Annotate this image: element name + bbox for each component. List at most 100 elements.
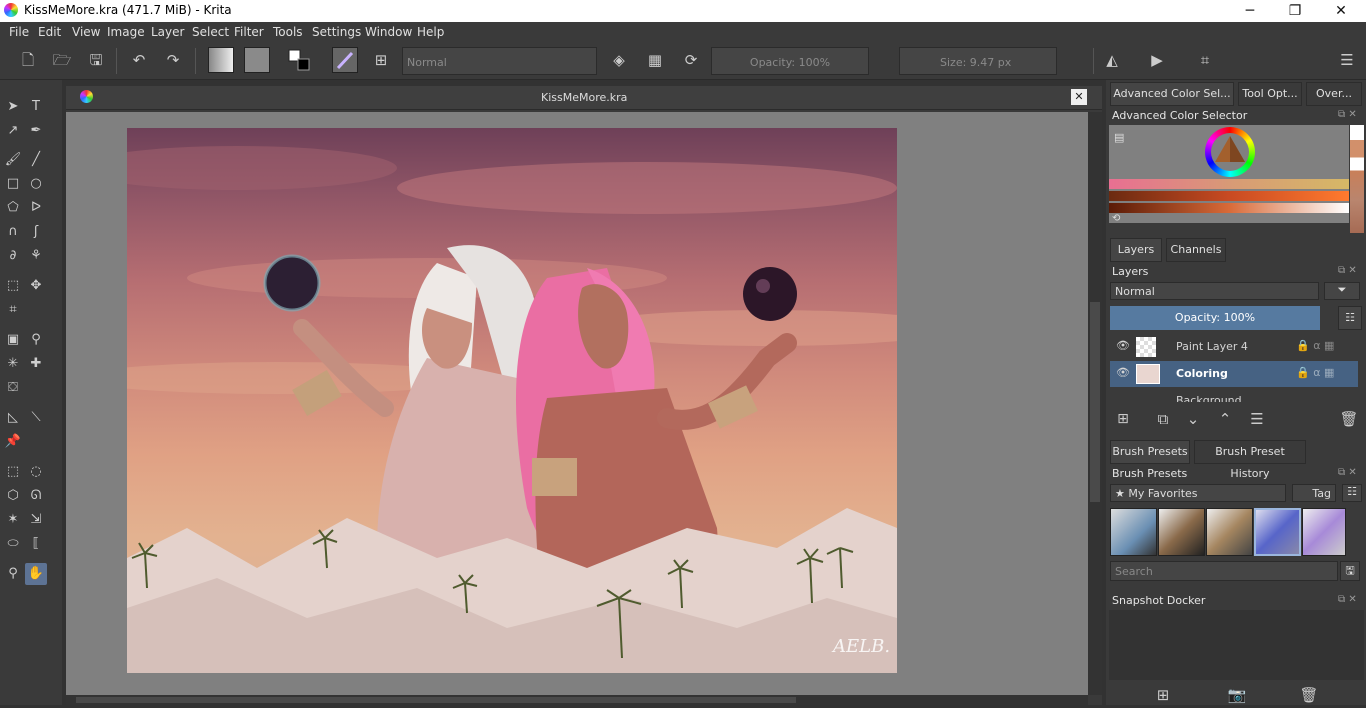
- calligraphy-icon[interactable]: ✒: [25, 120, 47, 142]
- zoom-tool-icon[interactable]: ⚲: [2, 563, 24, 585]
- ellipse-tool-icon[interactable]: ○: [25, 173, 47, 195]
- brush-preset-3[interactable]: [1206, 508, 1253, 556]
- visibility-eye-icon[interactable]: 👁: [1116, 339, 1130, 352]
- layer-properties-sliders-icon[interactable]: ☰: [1244, 406, 1270, 432]
- layer-row-coloring[interactable]: 👁 Coloring 🔒 α ▦: [1110, 361, 1358, 387]
- freehand-select-icon[interactable]: ᘏ: [25, 485, 47, 507]
- menu-file[interactable]: File: [9, 25, 29, 39]
- color-picker-icon[interactable]: ⚲: [25, 329, 47, 351]
- color-selector-area[interactable]: ▤ ⟲: [1109, 125, 1349, 224]
- layer-blend-mode-select[interactable]: Normal: [1110, 282, 1319, 300]
- polygon-tool-icon[interactable]: ⬠: [2, 197, 24, 219]
- reload-preset-icon[interactable]: ⟳: [678, 47, 704, 73]
- mirror-vertical-icon[interactable]: ▶: [1144, 47, 1170, 73]
- layers-docker-buttons-icon[interactable]: ⧉ ✕: [1338, 265, 1357, 276]
- select-shape-icon[interactable]: ➤: [2, 96, 24, 118]
- vertical-scrollbar[interactable]: [1088, 112, 1102, 695]
- canvas-area[interactable]: AELB.: [66, 112, 1088, 695]
- brush-search-input[interactable]: Search: [1110, 561, 1338, 581]
- undo-icon[interactable]: ↶: [126, 47, 152, 73]
- brush-tag-button[interactable]: Tag: [1292, 484, 1336, 502]
- delete-layer-icon[interactable]: 🗑: [1336, 406, 1362, 432]
- docker-float-close-icon[interactable]: ⧉ ✕: [1338, 109, 1357, 120]
- pattern-preset-button[interactable]: [244, 47, 270, 73]
- menu-image[interactable]: Image: [107, 25, 145, 39]
- add-layer-icon[interactable]: ⊞: [1110, 406, 1136, 432]
- layer-properties-icon[interactable]: ☷: [1338, 306, 1362, 330]
- brush-preset-icon[interactable]: [332, 47, 358, 73]
- menu-select[interactable]: Select: [192, 25, 229, 39]
- new-document-icon[interactable]: 🗋: [15, 47, 41, 73]
- eraser-icon[interactable]: ◈: [606, 47, 632, 73]
- transform-tool-icon[interactable]: ⬚: [2, 275, 24, 297]
- crop-tool-icon[interactable]: ⌗: [2, 299, 24, 321]
- edit-shape-icon[interactable]: ↗: [2, 120, 24, 142]
- tab-brush-preset-history[interactable]: Brush Preset History: [1194, 440, 1306, 480]
- snapshot-docker-buttons-icon[interactable]: ⧉ ✕: [1338, 594, 1357, 605]
- redo-icon[interactable]: ↷: [160, 47, 186, 73]
- alpha-lock-icon[interactable]: ▦: [642, 47, 668, 73]
- ellipse-select-icon[interactable]: ◌: [25, 461, 47, 483]
- save-icon[interactable]: 🖫: [83, 47, 109, 73]
- smart-patch-icon[interactable]: ✚: [25, 353, 47, 375]
- brush-preset-5[interactable]: [1302, 508, 1346, 556]
- fill-tool-icon[interactable]: ⛋: [2, 377, 24, 399]
- menu-tools[interactable]: Tools: [273, 25, 303, 39]
- menu-window[interactable]: Window: [365, 25, 412, 39]
- color-selector-menu-icon[interactable]: ▤: [1114, 131, 1124, 144]
- menu-view[interactable]: View: [72, 25, 100, 39]
- tab-layers[interactable]: Layers: [1110, 238, 1162, 262]
- pan-tool-icon[interactable]: ✋: [25, 563, 47, 585]
- rectangle-tool-icon[interactable]: □: [2, 173, 24, 195]
- colorize-mask-icon[interactable]: ✳: [2, 353, 24, 375]
- wrap-around-icon[interactable]: ⌗: [1192, 47, 1218, 73]
- brush-preset-1[interactable]: [1110, 508, 1157, 556]
- document-tab[interactable]: KissMeMore.kra ✕: [66, 86, 1102, 110]
- similar-select-icon[interactable]: ⇲: [25, 509, 47, 531]
- assistant-tool-icon[interactable]: ⟍: [25, 407, 47, 429]
- menu-settings[interactable]: Settings: [312, 25, 361, 39]
- close-document-icon[interactable]: ✕: [1071, 89, 1087, 105]
- brush-tag-filter-select[interactable]: ★ My Favorites: [1110, 484, 1286, 502]
- visibility-eye-icon[interactable]: 👁: [1116, 366, 1130, 379]
- freehand-path-icon[interactable]: ʃ: [25, 221, 47, 243]
- snapshot-list[interactable]: [1109, 610, 1364, 680]
- brush-docker-buttons-icon[interactable]: ⧉ ✕: [1338, 467, 1357, 478]
- layer-lock-alpha-icons[interactable]: 🔒 α ▦: [1296, 366, 1334, 379]
- brush-preset-2[interactable]: [1158, 508, 1205, 556]
- workspace-grid-icon[interactable]: ⊞: [368, 47, 394, 73]
- opacity-slider[interactable]: Opacity: 100%: [711, 47, 869, 75]
- mirror-horizontal-icon[interactable]: ◭: [1099, 47, 1125, 73]
- open-folder-icon[interactable]: 🗁: [49, 47, 75, 73]
- hue-ring[interactable]: [1205, 127, 1255, 177]
- layer-row-paint-layer-4[interactable]: 👁 Paint Layer 4 🔒 α ▦: [1110, 334, 1358, 360]
- layer-opacity-slider[interactable]: Opacity: 100%: [1110, 306, 1320, 330]
- save-brush-icon[interactable]: 🖫: [1340, 561, 1360, 581]
- layer-filter-icon[interactable]: ⏷: [1324, 282, 1360, 300]
- brush-preset-4-selected[interactable]: [1254, 508, 1301, 556]
- docker-menu-icon[interactable]: ☰: [1334, 47, 1360, 73]
- camera-snapshot-icon[interactable]: 📷: [1224, 682, 1250, 708]
- menu-filter[interactable]: Filter: [234, 25, 264, 39]
- restore-button[interactable]: ❐: [1272, 1, 1318, 21]
- minimize-button[interactable]: ─: [1227, 1, 1273, 21]
- menu-edit[interactable]: Edit: [38, 25, 61, 39]
- magnetic-select-icon[interactable]: ⟦: [25, 533, 47, 555]
- color-history-strip[interactable]: [1350, 125, 1364, 233]
- reference-tool-icon[interactable]: 📌: [2, 431, 24, 453]
- measure-tool-icon[interactable]: ◺: [2, 407, 24, 429]
- tab-channels[interactable]: Channels: [1166, 238, 1226, 262]
- fg-bg-color-icon[interactable]: [286, 47, 312, 73]
- contiguous-select-icon[interactable]: ✶: [2, 509, 24, 531]
- close-window-button[interactable]: ✕: [1318, 1, 1364, 21]
- tab-overview[interactable]: Over...: [1306, 82, 1362, 106]
- layer-row-background[interactable]: Background: [1110, 388, 1358, 402]
- move-layer-down-icon[interactable]: ⌄: [1180, 406, 1206, 432]
- menu-layer[interactable]: Layer: [151, 25, 184, 39]
- gradient-tool-icon[interactable]: ▣: [2, 329, 24, 351]
- size-slider[interactable]: Size: 9.47 px: [899, 47, 1057, 75]
- blend-mode-select[interactable]: Normal: [402, 47, 597, 75]
- delete-snapshot-icon[interactable]: 🗑: [1296, 682, 1322, 708]
- polyline-tool-icon[interactable]: ᐅ: [25, 197, 47, 219]
- bezier-select-icon[interactable]: ⬭: [2, 533, 24, 555]
